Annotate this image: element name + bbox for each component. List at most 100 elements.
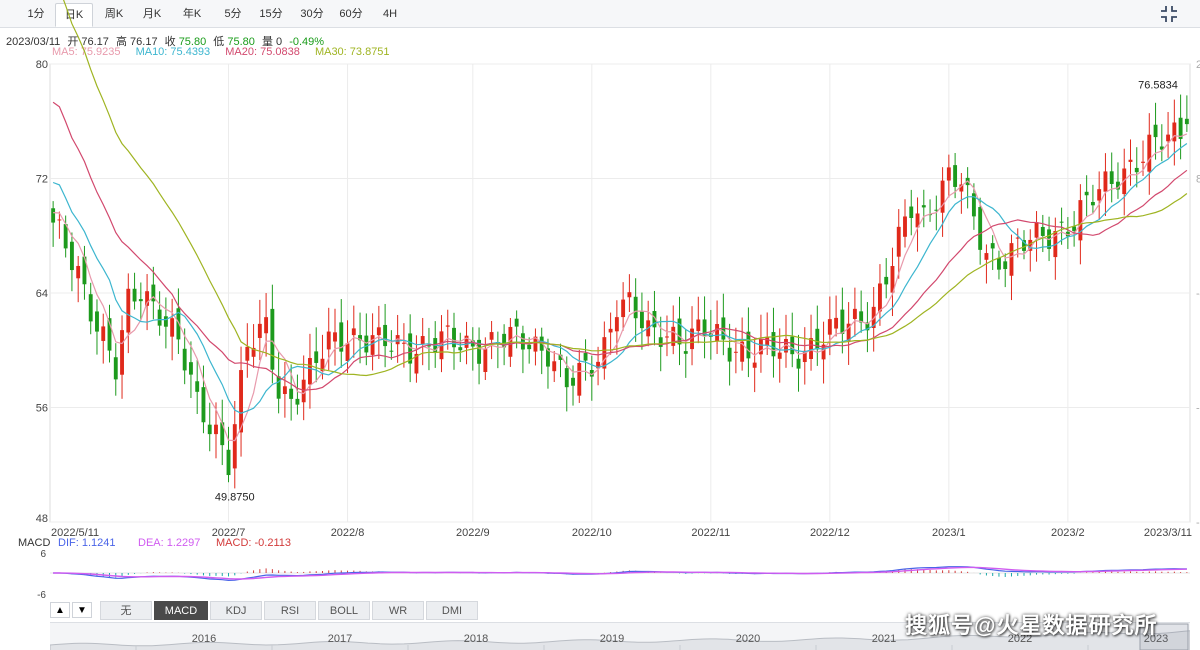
candle: [959, 173, 964, 214]
candle: [1084, 175, 1089, 217]
candle-body: [790, 336, 795, 355]
candle: [690, 306, 694, 366]
scroll-up-button[interactable]: ▲: [50, 602, 70, 618]
candle: [489, 320, 494, 360]
date-tick-label: 2022/9: [456, 527, 490, 539]
candle: [1028, 229, 1033, 272]
candle-body: [1040, 226, 1045, 236]
candle: [946, 154, 951, 198]
candle-body: [940, 180, 945, 213]
percent-tick-label: 8%: [1196, 174, 1200, 186]
candle: [401, 323, 406, 368]
dif-legend: DIF: 1.1241: [58, 537, 115, 549]
tab-boll[interactable]: BOLL: [318, 601, 370, 620]
candle: [671, 305, 676, 355]
candle-body: [671, 326, 676, 346]
candle: [834, 295, 839, 337]
timeline-year-label: 2019: [600, 633, 624, 645]
candle: [771, 307, 776, 378]
candle-body: [1084, 191, 1089, 196]
candle: [120, 315, 124, 399]
tab-none[interactable]: 无: [100, 601, 152, 620]
candle-body: [852, 308, 857, 319]
candle: [107, 304, 112, 363]
chart-grid: [49, 63, 1191, 523]
candle-body: [1153, 124, 1158, 138]
candle-body: [583, 353, 588, 361]
candle: [495, 331, 500, 369]
timeline-year-label: 2020: [736, 633, 760, 645]
candle-body: [639, 311, 644, 329]
candle-body: [163, 316, 168, 327]
candle-body: [132, 288, 137, 302]
date-tick-label: 2022/10: [572, 527, 612, 539]
candle: [921, 189, 926, 228]
candle-body: [809, 338, 813, 360]
tab-macd[interactable]: MACD: [154, 601, 208, 620]
candle: [163, 297, 168, 349]
candle-body: [696, 319, 701, 332]
candle: [727, 323, 732, 386]
candle: [909, 189, 914, 236]
candle: [965, 167, 970, 209]
candle-body: [777, 352, 782, 359]
candle-body: [1166, 134, 1171, 142]
candle-body: [188, 362, 193, 375]
candle: [1159, 124, 1164, 162]
candle-body: [308, 358, 312, 385]
candle: [583, 339, 588, 381]
candle-body: [88, 294, 93, 322]
price-tick-label: 48: [36, 513, 48, 525]
candle: [627, 274, 632, 312]
tab-kdj[interactable]: KDJ: [210, 601, 262, 620]
candle-body: [614, 317, 619, 332]
date-tick-label: 2023/2: [1051, 527, 1085, 539]
candle: [821, 321, 826, 384]
date-tick-label: 2023/1: [932, 527, 966, 539]
tab-dmi[interactable]: DMI: [426, 601, 478, 620]
candle: [646, 300, 651, 347]
candle: [815, 305, 820, 366]
tab-wr[interactable]: WR: [372, 601, 424, 620]
candle-body: [76, 265, 81, 279]
candle-body: [270, 308, 275, 370]
candle: [88, 282, 93, 335]
candle-body: [771, 332, 776, 357]
candle-body: [896, 226, 901, 257]
candle-body: [445, 325, 450, 327]
candle: [1172, 99, 1177, 166]
candle: [1166, 112, 1171, 158]
candle: [589, 355, 594, 401]
candle-body: [796, 358, 801, 369]
candle-body: [57, 219, 62, 221]
high-annotation: 76.5834: [1138, 80, 1178, 92]
candle: [1134, 147, 1139, 188]
candle: [990, 235, 995, 271]
candle: [383, 303, 388, 368]
candle: [69, 232, 74, 292]
candle-body: [214, 424, 218, 435]
candle: [95, 299, 99, 355]
candle-body: [245, 346, 250, 361]
candle-body: [1003, 261, 1008, 270]
ma10-line: [52, 143, 1188, 414]
candle: [677, 296, 682, 366]
candle: [420, 317, 425, 366]
candle: [1072, 211, 1077, 247]
scroll-down-button[interactable]: ▼: [72, 602, 92, 618]
candle-body: [665, 336, 669, 338]
candle-body: [727, 347, 732, 362]
price-tick-label: 64: [36, 288, 48, 300]
tab-rsi[interactable]: RSI: [264, 601, 316, 620]
candle: [577, 349, 582, 403]
macd-title: MACD: [18, 537, 50, 549]
candle-body: [389, 350, 394, 352]
candle: [639, 292, 644, 350]
candle: [884, 258, 889, 299]
date-tick-label: 2022/12: [810, 527, 850, 539]
macd-tick-top: 6: [40, 549, 46, 560]
candle: [796, 334, 801, 392]
macd-lines: [53, 566, 1187, 582]
candle: [721, 293, 726, 356]
candle-body: [326, 331, 331, 350]
